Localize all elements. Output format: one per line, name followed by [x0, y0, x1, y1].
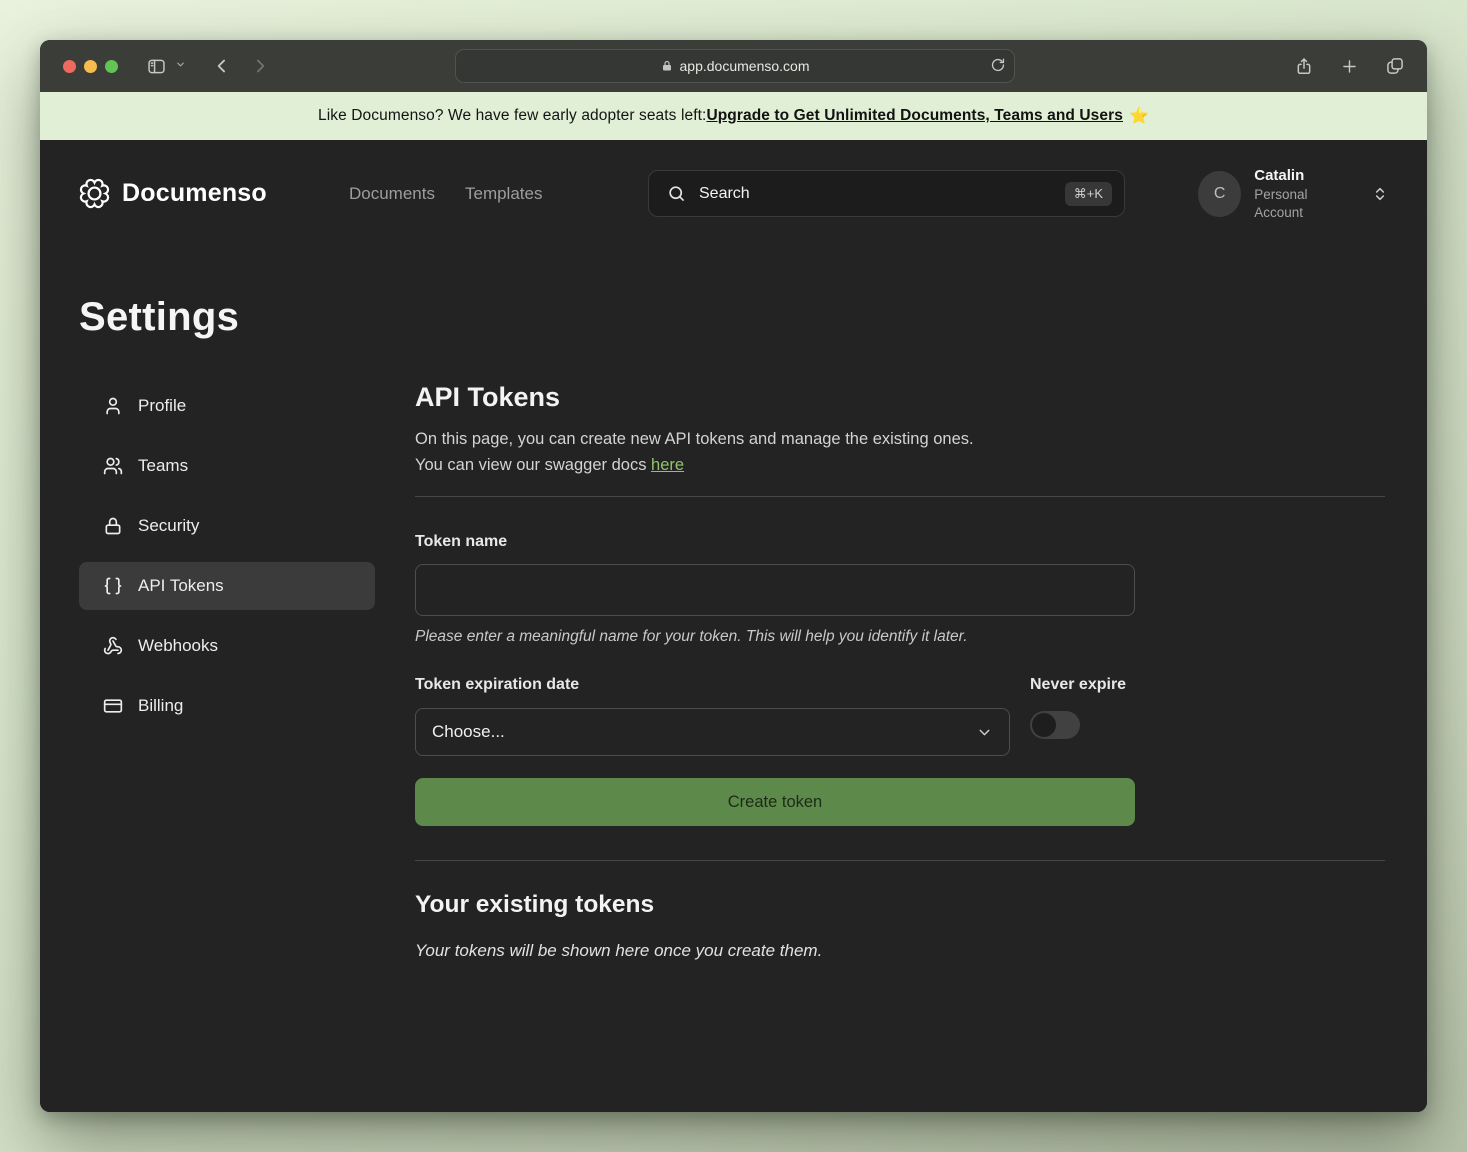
users-icon — [103, 456, 123, 476]
zoom-window-button[interactable] — [105, 60, 118, 73]
minimize-window-button[interactable] — [84, 60, 97, 73]
section-heading: API Tokens — [415, 382, 1385, 413]
never-expire-toggle[interactable] — [1030, 711, 1080, 739]
account-name: Catalin — [1254, 166, 1353, 186]
divider — [415, 860, 1385, 861]
url-text: app.documenso.com — [680, 58, 810, 74]
address-bar[interactable]: app.documenso.com — [455, 49, 1015, 83]
nav-documents[interactable]: Documents — [349, 184, 435, 204]
sidebar-item-api-tokens[interactable]: API Tokens — [79, 562, 375, 610]
star-icon: ⭐ — [1129, 106, 1149, 126]
top-nav: Documents Templates — [349, 170, 542, 217]
sidebar-item-label: Security — [138, 516, 199, 536]
promo-banner: Like Documenso? We have few early adopte… — [40, 92, 1427, 140]
account-type: Personal Account — [1254, 186, 1353, 222]
sidebar-item-teams[interactable]: Teams — [79, 442, 375, 490]
nav-templates[interactable]: Templates — [465, 184, 542, 204]
expiration-label: Token expiration date — [415, 676, 1010, 694]
sidebar-item-label: API Tokens — [138, 576, 224, 596]
close-window-button[interactable] — [63, 60, 76, 73]
reload-icon[interactable] — [990, 57, 1006, 76]
ssl-lock-icon — [661, 59, 673, 73]
share-icon[interactable] — [1288, 51, 1320, 81]
sidebar-toggle-icon[interactable] — [140, 51, 173, 81]
sidebar-item-label: Teams — [138, 456, 188, 476]
back-button[interactable] — [206, 51, 238, 81]
braces-icon — [103, 576, 123, 596]
description-line2: You can view our swagger docs — [415, 456, 651, 474]
promo-text: Like Documenso? We have few early adopte… — [318, 107, 706, 125]
sidebar-item-label: Profile — [138, 396, 186, 416]
sidebar-item-security[interactable]: Security — [79, 502, 375, 550]
description-line1: On this page, you can create new API tok… — [415, 430, 974, 448]
traffic-lights — [63, 60, 118, 73]
chevrons-up-down-icon — [1372, 186, 1388, 202]
existing-tokens-heading: Your existing tokens — [415, 891, 1385, 919]
section-description: On this page, you can create new API tok… — [415, 427, 1385, 478]
token-name-label: Token name — [415, 533, 1385, 551]
user-icon — [103, 396, 123, 416]
browser-window: app.documenso.com — [40, 40, 1427, 1112]
page-title: Settings — [79, 295, 1388, 340]
divider — [415, 496, 1385, 497]
settings-sidebar: Profile Teams Security API Tokens Webhoo… — [79, 382, 375, 742]
browser-toolbar: app.documenso.com — [40, 40, 1427, 92]
avatar: C — [1198, 171, 1241, 217]
credit-card-icon — [103, 696, 123, 716]
token-name-input[interactable] — [415, 564, 1135, 616]
expiration-selected-value: Choose... — [432, 722, 505, 742]
account-switcher[interactable]: C Catalin Personal Account — [1198, 170, 1388, 217]
never-expire-label: Never expire — [1030, 676, 1126, 694]
toggle-knob — [1032, 713, 1056, 737]
tab-overview-icon[interactable] — [1379, 51, 1411, 81]
sidebar-item-billing[interactable]: Billing — [79, 682, 375, 730]
webhook-icon — [103, 636, 123, 656]
sidebar-item-profile[interactable]: Profile — [79, 382, 375, 430]
lock-icon — [103, 516, 123, 536]
expiration-select[interactable]: Choose... — [415, 708, 1010, 756]
sidebar-menu-chevron-icon[interactable] — [175, 57, 186, 75]
documenso-seal-icon — [79, 178, 110, 209]
swagger-docs-link[interactable]: here — [651, 456, 684, 474]
search-placeholder: Search — [699, 185, 1052, 203]
token-name-help: Please enter a meaningful name for your … — [415, 628, 1385, 646]
brand-name: Documenso — [122, 179, 267, 208]
sidebar-item-label: Billing — [138, 696, 183, 716]
sidebar-item-label: Webhooks — [138, 636, 218, 656]
existing-tokens-empty-text: Your tokens will be shown here once you … — [415, 941, 1385, 961]
search-icon — [667, 184, 686, 203]
brand-logo[interactable]: Documenso — [79, 170, 267, 217]
upgrade-link[interactable]: Upgrade to Get Unlimited Documents, Team… — [706, 107, 1123, 125]
api-tokens-panel: API Tokens On this page, you can create … — [415, 382, 1385, 961]
app-content: Documenso Documents Templates Search ⌘+K… — [40, 140, 1427, 1112]
search-input[interactable]: Search ⌘+K — [648, 170, 1125, 217]
search-shortcut-badge: ⌘+K — [1065, 182, 1112, 206]
sidebar-item-webhooks[interactable]: Webhooks — [79, 622, 375, 670]
app-header: Documenso Documents Templates Search ⌘+K… — [79, 170, 1388, 217]
new-tab-icon[interactable] — [1334, 51, 1365, 81]
forward-button[interactable] — [244, 51, 276, 81]
create-token-button[interactable]: Create token — [415, 778, 1135, 826]
chevron-down-icon — [976, 724, 993, 741]
